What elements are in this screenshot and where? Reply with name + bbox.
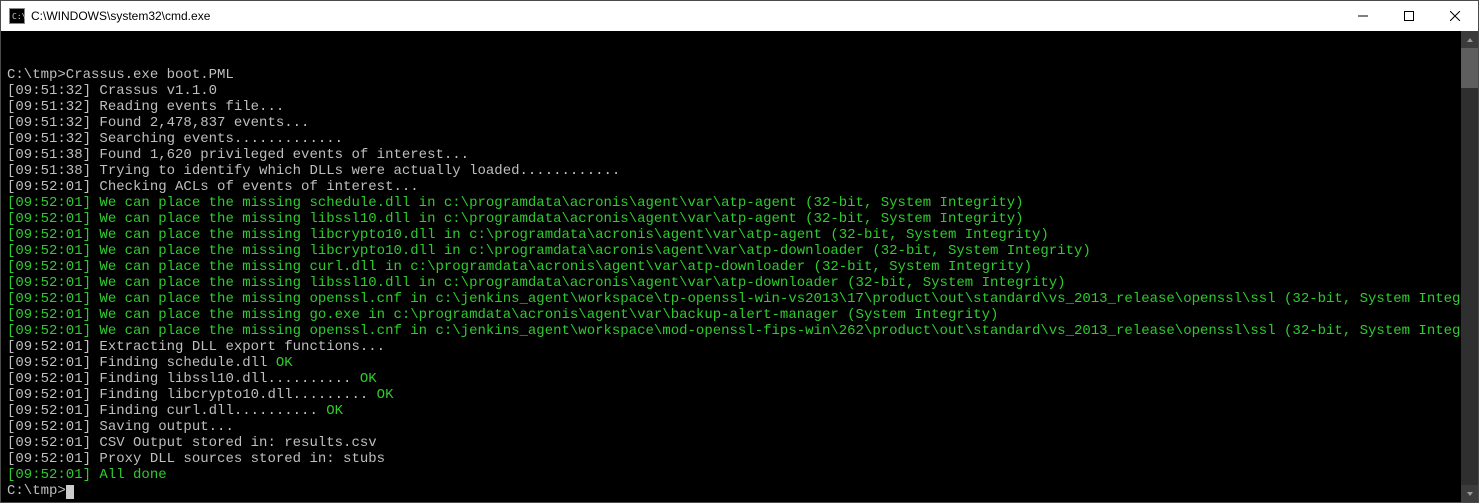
log-timestamp: [09:52:01] [7, 451, 99, 467]
terminal-line: [09:51:32] Crassus v1.1.0 [7, 83, 1472, 99]
log-message: We can place the missing curl.dll in c:\… [99, 259, 1032, 275]
window-controls [1340, 1, 1478, 31]
log-timestamp: [09:52:01] [7, 323, 99, 339]
terminal-output[interactable]: C:\tmp>Crassus.exe boot.PML[09:51:32] Cr… [1, 31, 1478, 502]
terminal-line: [09:52:01] All done [7, 467, 1472, 483]
terminal-line: [09:51:32] Searching events............. [7, 131, 1472, 147]
log-status: OK [326, 403, 343, 419]
terminal-line: [09:52:01] Finding schedule.dll OK [7, 355, 1472, 371]
log-message: Finding curl.dll.......... [99, 403, 326, 419]
log-message: We can place the missing libssl10.dll in… [99, 275, 1065, 291]
log-timestamp: [09:52:01] [7, 179, 99, 195]
terminal-line: [09:52:01] We can place the missing libc… [7, 243, 1472, 259]
terminal-line: [09:52:01] We can place the missing curl… [7, 259, 1472, 275]
close-button[interactable] [1432, 1, 1478, 31]
scroll-down-button[interactable] [1461, 485, 1478, 502]
terminal-line: [09:52:01] Finding libssl10.dll.........… [7, 371, 1472, 387]
log-message: Trying to identify which DLLs were actua… [99, 163, 620, 179]
log-message: Extracting DLL export functions... [99, 339, 385, 355]
scroll-up-button[interactable] [1461, 31, 1478, 48]
log-timestamp: [09:52:01] [7, 403, 99, 419]
log-timestamp: [09:51:32] [7, 115, 99, 131]
log-message: We can place the missing libcrypto10.dll… [99, 227, 1048, 243]
log-timestamp: [09:52:01] [7, 419, 99, 435]
log-status: OK [377, 387, 394, 403]
terminal-line: [09:52:01] We can place the missing libc… [7, 227, 1472, 243]
log-message: Crassus v1.1.0 [99, 83, 217, 99]
log-timestamp: [09:52:01] [7, 435, 99, 451]
terminal-line: [09:51:32] Reading events file... [7, 99, 1472, 115]
log-timestamp: [09:52:01] [7, 211, 99, 227]
terminal-line: [09:52:01] We can place the missing open… [7, 291, 1472, 307]
log-message: Finding libssl10.dll.......... [99, 371, 359, 387]
command-prompt-window: C:\ C:\WINDOWS\system32\cmd.exe C:\tmp>C… [0, 0, 1479, 503]
prompt-line: C:\tmp> [7, 483, 66, 499]
maximize-button[interactable] [1386, 1, 1432, 31]
terminal-line: [09:52:01] We can place the missing open… [7, 323, 1472, 339]
terminal-line: C:\tmp>Crassus.exe boot.PML [7, 67, 1472, 83]
log-message: Saving output... [99, 419, 233, 435]
scrollbar-thumb[interactable] [1461, 48, 1478, 88]
prompt-line: C:\tmp>Crassus.exe boot.PML [7, 67, 234, 83]
log-timestamp: [09:52:01] [7, 195, 99, 211]
log-timestamp: [09:51:32] [7, 131, 99, 147]
log-timestamp: [09:52:01] [7, 275, 99, 291]
terminal-line: [09:52:01] We can place the missing libs… [7, 275, 1472, 291]
log-message: Finding libcrypto10.dll......... [99, 387, 376, 403]
cursor [66, 485, 74, 499]
cmd-icon: C:\ [9, 8, 25, 24]
terminal-line: [09:52:01] Checking ACLs of events of in… [7, 179, 1472, 195]
terminal-line: [09:51:38] Trying to identify which DLLs… [7, 163, 1472, 179]
log-status: OK [276, 355, 293, 371]
log-timestamp: [09:52:01] [7, 243, 99, 259]
log-message: We can place the missing schedule.dll in… [99, 195, 1023, 211]
terminal-line: [09:51:38] Found 1,620 privileged events… [7, 147, 1472, 163]
terminal-line: [09:52:01] CSV Output stored in: results… [7, 435, 1472, 451]
svg-text:C:\: C:\ [12, 12, 25, 21]
log-message: We can place the missing go.exe in c:\pr… [99, 307, 998, 323]
log-timestamp: [09:51:32] [7, 99, 99, 115]
log-timestamp: [09:52:01] [7, 307, 99, 323]
log-status: OK [360, 371, 377, 387]
log-message: Checking ACLs of events of interest... [99, 179, 418, 195]
log-timestamp: [09:52:01] [7, 339, 99, 355]
log-timestamp: [09:52:01] [7, 467, 99, 483]
log-message: We can place the missing openssl.cnf in … [99, 291, 1478, 307]
terminal-line: [09:52:01] Finding libcrypto10.dll......… [7, 387, 1472, 403]
terminal-line: [09:52:01] We can place the missing sche… [7, 195, 1472, 211]
terminal-line: [09:52:01] Saving output... [7, 419, 1472, 435]
log-timestamp: [09:52:01] [7, 291, 99, 307]
terminal-line: [09:51:32] Found 2,478,837 events... [7, 115, 1472, 131]
log-message: Searching events............. [99, 131, 343, 147]
vertical-scrollbar[interactable] [1461, 31, 1478, 502]
log-message: We can place the missing openssl.cnf in … [99, 323, 1478, 339]
log-message: All done [99, 467, 166, 483]
terminal-line: [09:52:01] Proxy DLL sources stored in: … [7, 451, 1472, 467]
title-bar[interactable]: C:\ C:\WINDOWS\system32\cmd.exe [1, 1, 1478, 31]
log-message: We can place the missing libcrypto10.dll… [99, 243, 1090, 259]
scrollbar-track[interactable] [1461, 48, 1478, 485]
log-message: We can place the missing libssl10.dll in… [99, 211, 1023, 227]
terminal-line: [09:52:01] Extracting DLL export functio… [7, 339, 1472, 355]
minimize-button[interactable] [1340, 1, 1386, 31]
log-message: Reading events file... [99, 99, 284, 115]
log-timestamp: [09:52:01] [7, 387, 99, 403]
terminal-line: [09:52:01] We can place the missing libs… [7, 211, 1472, 227]
log-message: Found 2,478,837 events... [99, 115, 309, 131]
log-timestamp: [09:51:38] [7, 147, 99, 163]
log-timestamp: [09:52:01] [7, 227, 99, 243]
log-timestamp: [09:51:38] [7, 163, 99, 179]
log-timestamp: [09:52:01] [7, 259, 99, 275]
log-timestamp: [09:52:01] [7, 355, 99, 371]
terminal-line: [09:52:01] Finding curl.dll.......... OK [7, 403, 1472, 419]
log-timestamp: [09:52:01] [7, 371, 99, 387]
log-timestamp: [09:51:32] [7, 83, 99, 99]
log-message: Finding schedule.dll [99, 355, 275, 371]
terminal-line: C:\tmp> [7, 483, 1472, 499]
terminal-line: [09:52:01] We can place the missing go.e… [7, 307, 1472, 323]
window-title: C:\WINDOWS\system32\cmd.exe [31, 9, 1340, 23]
log-message: CSV Output stored in: results.csv [99, 435, 376, 451]
log-message: Proxy DLL sources stored in: stubs [99, 451, 385, 467]
log-message: Found 1,620 privileged events of interes… [99, 147, 469, 163]
